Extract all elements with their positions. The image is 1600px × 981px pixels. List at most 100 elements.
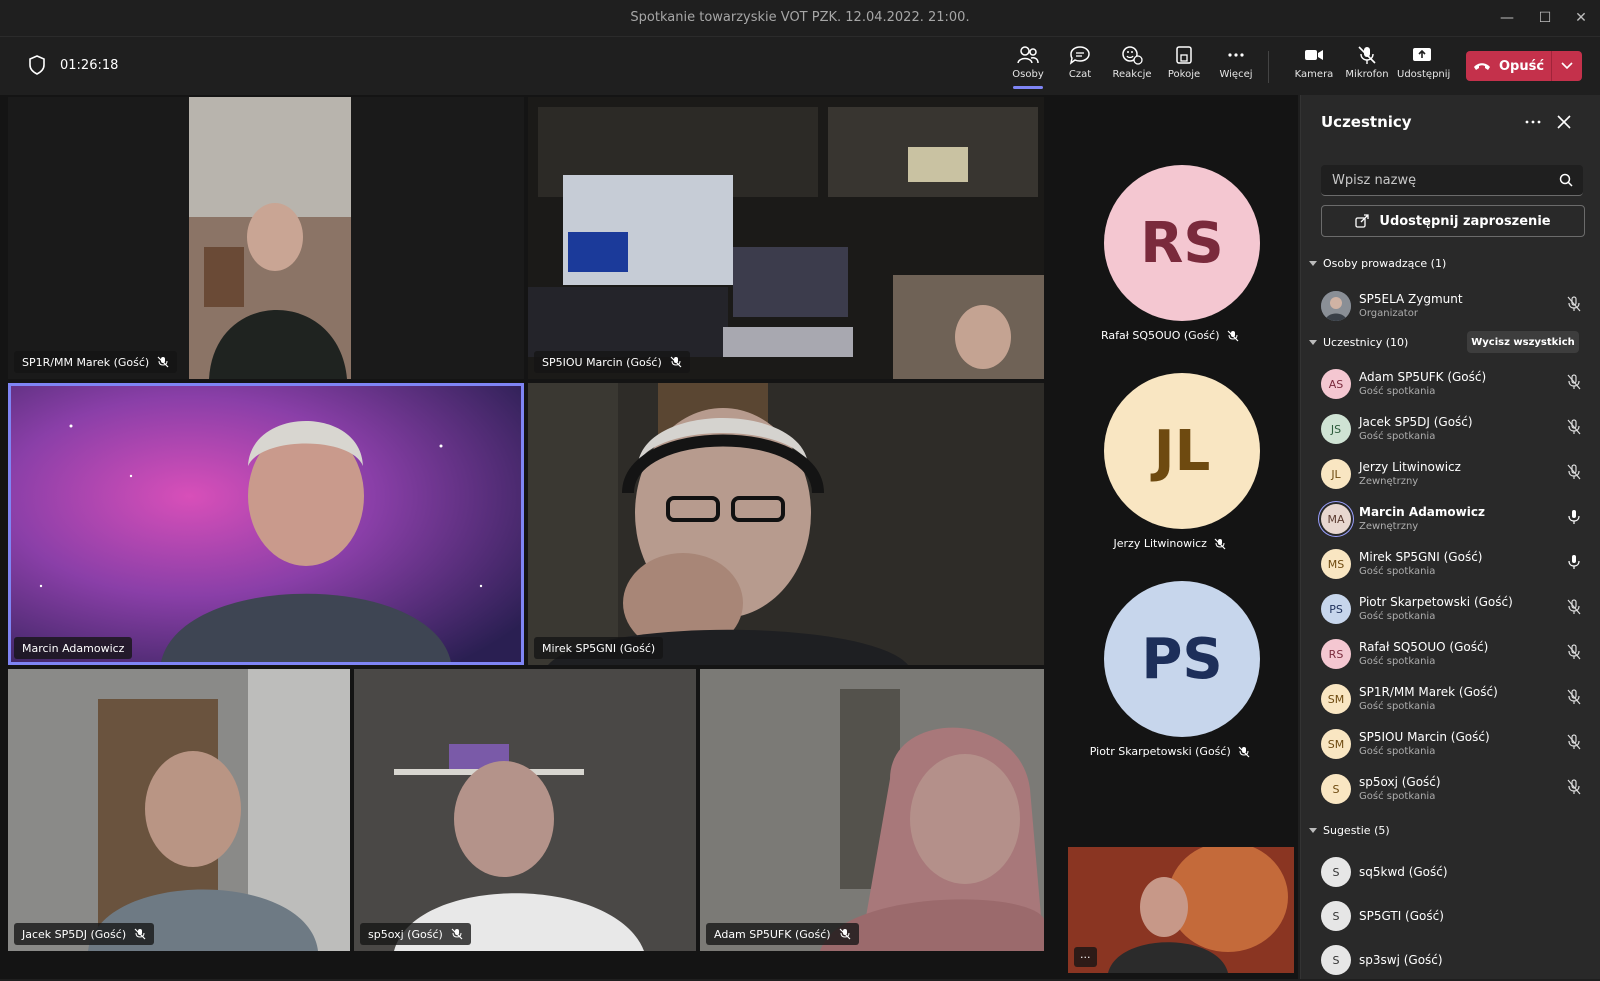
participant-role: Gość spotkania: [1359, 566, 1436, 577]
share-button[interactable]: Udostępnij: [1397, 45, 1451, 80]
chevron-down-icon: [1561, 62, 1573, 70]
mic-off-icon: [1567, 689, 1581, 705]
video-tile[interactable]: Mirek SP5GNI (Gość): [528, 383, 1044, 665]
participant-role: Zewnętrzny: [1359, 521, 1419, 532]
participant-name: SP1R/MM Marek (Gość): [1359, 685, 1498, 699]
participant-name: Piotr Skarpetowski (Gość): [1359, 595, 1513, 609]
participant-role: Gość spotkania: [1359, 701, 1436, 712]
avatar-tile[interactable]: PS Piotr Skarpetowski (Gość): [1050, 571, 1290, 771]
leave-options-button[interactable]: [1551, 51, 1582, 81]
participants-section-header[interactable]: Uczestnicy (10): [1309, 336, 1408, 349]
participant-name: SP5IOU Marcin (Gość): [1359, 730, 1490, 744]
mic-off-icon: [1567, 644, 1581, 660]
leave-button[interactable]: Opuść: [1466, 51, 1582, 81]
timer-text: 01:26:18: [60, 57, 119, 73]
leave-label: Opuść: [1498, 58, 1545, 74]
tile-name-bar: SP5IOU Marcin (Gość): [534, 351, 690, 373]
chat-button[interactable]: Czat: [1055, 45, 1105, 80]
participant-row[interactable]: RS Rafał SQ5OUO (Gość) Gość spotkania: [1321, 635, 1591, 675]
organizers-section-header[interactable]: Osoby prowadzące (1): [1309, 257, 1446, 270]
mic-on-icon: [1568, 555, 1580, 569]
participant-name: Mirek SP5GNI (Gość): [1359, 550, 1483, 564]
mic-off-icon: [839, 928, 851, 940]
profile-photo: [1321, 291, 1351, 321]
avatar: MS: [1321, 549, 1351, 579]
mic-off-icon: [1567, 734, 1581, 750]
participant-row[interactable]: JL Jerzy Litwinowicz Zewnętrzny: [1321, 455, 1591, 495]
participant-row[interactable]: SM SP1R/MM Marek (Gość) Gość spotkania: [1321, 680, 1591, 720]
video-feed: [1068, 847, 1294, 973]
participant-name: Jacek SP5DJ (Gość): [22, 927, 127, 941]
mute-all-button[interactable]: Wycisz wszystkich: [1467, 331, 1579, 353]
search-input[interactable]: Wpisz nazwę: [1321, 165, 1583, 196]
participant-row[interactable]: PS Piotr Skarpetowski (Gość) Gość spotka…: [1321, 590, 1591, 630]
participant-name: sp3swj (Gość): [1359, 953, 1443, 967]
minimize-icon[interactable]: —: [1490, 6, 1524, 30]
participant-name: Marcin Adamowicz: [1359, 505, 1485, 519]
participant-role: Gość spotkania: [1359, 431, 1436, 442]
leave-main[interactable]: Opuść: [1466, 59, 1551, 74]
suggestion-row[interactable]: S sp3swj (Gość): [1321, 941, 1591, 981]
reactions-icon: [1122, 46, 1143, 65]
tile-name-bar: Adam SP5UFK (Gość): [706, 923, 859, 945]
video-tile[interactable]: Jacek SP5DJ (Gość): [8, 669, 350, 951]
rooms-label: Pokoje: [1167, 69, 1201, 80]
window-title: Spotkanie towarzyskie VOT PZK. 12.04.202…: [630, 10, 970, 25]
toolbar-divider: [1268, 51, 1269, 83]
chat-icon: [1069, 46, 1090, 65]
section-title: Osoby prowadzące (1): [1323, 257, 1447, 270]
video-tile[interactable]: SP5IOU Marcin (Gość): [528, 97, 1044, 379]
tile-name-bar: Jacek SP5DJ (Gość): [14, 923, 155, 945]
participant-row[interactable]: MS Mirek SP5GNI (Gość) Gość spotkania: [1321, 545, 1591, 585]
rooms-button[interactable]: Pokoje: [1159, 45, 1209, 80]
participant-row[interactable]: MA Marcin Adamowicz Zewnętrzny: [1321, 500, 1591, 540]
participant-row[interactable]: SM SP5IOU Marcin (Gość) Gość spotkania: [1321, 725, 1591, 765]
mic-button[interactable]: Mikrofon: [1342, 45, 1392, 80]
avatar: AS: [1321, 369, 1351, 399]
participant-row[interactable]: SP5ELA Zygmunt Organizator: [1321, 287, 1591, 327]
avatar-tile[interactable]: RS Rafał SQ5OUO (Gość): [1050, 155, 1290, 355]
rooms-icon: [1176, 46, 1192, 64]
share-icon: [1413, 48, 1431, 61]
self-view-tile[interactable]: ···: [1068, 847, 1294, 973]
participant-row[interactable]: JS Jacek SP5DJ (Gość) Gość spotkania: [1321, 410, 1591, 450]
share-label: Udostępnij: [1397, 69, 1451, 80]
maximize-icon[interactable]: ☐: [1528, 6, 1562, 30]
camera-label: Kamera: [1294, 69, 1334, 80]
mic-off-icon: [451, 928, 463, 940]
avatar: S: [1321, 901, 1351, 931]
more-button[interactable]: Więcej: [1211, 45, 1261, 80]
video-feed: [8, 669, 350, 951]
suggestion-row[interactable]: S SP5GTI (Gość): [1321, 897, 1591, 937]
share-invite-button[interactable]: Udostępnij zaproszenie: [1321, 205, 1585, 237]
close-icon[interactable]: [1557, 115, 1571, 129]
video-feed: [528, 97, 1044, 379]
participant-row[interactable]: S sp5oxj (Gość) Gość spotkania: [1321, 770, 1591, 810]
camera-button[interactable]: Kamera: [1289, 45, 1339, 80]
video-tile[interactable]: sp5oxj (Gość): [354, 669, 696, 951]
suggestions-section-header[interactable]: Sugestie (5): [1309, 824, 1390, 837]
people-label: Osoby: [1012, 69, 1044, 80]
video-tile[interactable]: SP1R/MM Marek (Gość): [8, 97, 524, 379]
participant-row[interactable]: AS Adam SP5UFK (Gość) Gość spotkania: [1321, 365, 1591, 405]
participant-name: Rafał SQ5OUO (Gość): [1101, 329, 1220, 342]
tile-name-bar: SP1R/MM Marek (Gość): [14, 351, 178, 373]
more-icon[interactable]: [1525, 119, 1541, 125]
window-title-bar: Spotkanie towarzyskie VOT PZK. 12.04.202…: [0, 0, 1600, 37]
meeting-timer: 01:26:18: [28, 55, 118, 75]
video-tile[interactable]: Adam SP5UFK (Gość): [700, 669, 1044, 951]
close-window-icon[interactable]: ✕: [1564, 6, 1598, 30]
suggestion-row[interactable]: S sq5kwd (Gość): [1321, 853, 1591, 893]
self-view-more-button[interactable]: ···: [1074, 947, 1097, 967]
avatar: SM: [1321, 684, 1351, 714]
participant-name: sp5oxj (Gość): [1359, 775, 1441, 789]
reactions-button[interactable]: Reakcje: [1107, 45, 1157, 80]
people-button[interactable]: Osoby: [1003, 45, 1053, 89]
video-tile-active-speaker[interactable]: Marcin Adamowicz: [8, 383, 524, 665]
avatar-tile[interactable]: JL Jerzy Litwinowicz: [1050, 363, 1290, 563]
hangup-icon: [1473, 63, 1490, 70]
chat-label: Czat: [1068, 69, 1092, 80]
mic-off-icon: [1215, 538, 1226, 550]
avatar-caption: Piotr Skarpetowski (Gość): [1050, 745, 1290, 758]
mic-off-icon: [1567, 464, 1581, 480]
